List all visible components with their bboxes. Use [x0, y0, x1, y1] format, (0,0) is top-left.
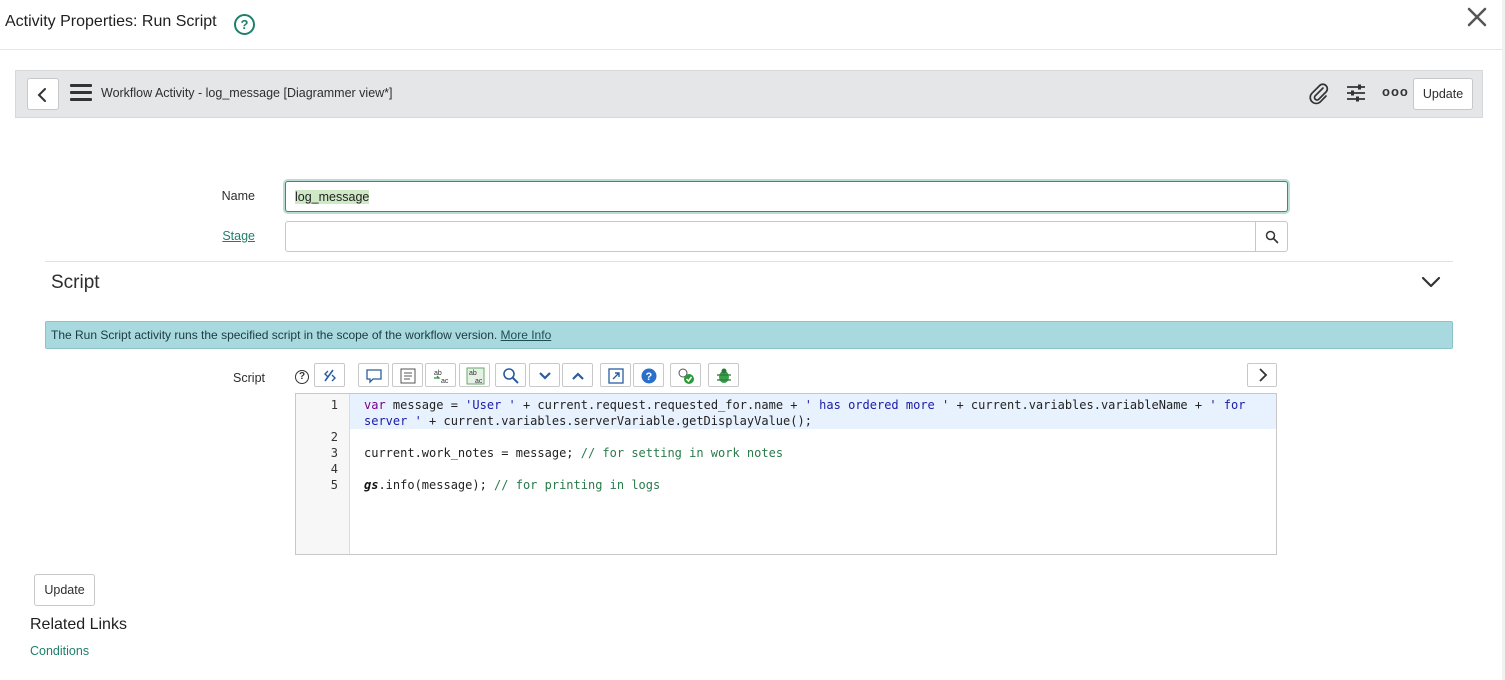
code-line-1: var message = 'User ' + current.request.…	[364, 398, 1245, 412]
name-input-value: log_message	[295, 190, 370, 204]
replace-button[interactable]: ab ac	[425, 363, 456, 387]
svg-text:ab: ab	[434, 370, 442, 377]
name-input[interactable]: log_message	[285, 181, 1288, 212]
comment-icon	[366, 369, 382, 384]
update-button-top[interactable]: Update	[1413, 78, 1473, 110]
script-editor[interactable]: 1 2 3 4 5 var message = 'User ' + curren…	[295, 393, 1277, 555]
field-help-icon[interactable]: ?	[295, 370, 309, 384]
svg-text:ab: ab	[469, 370, 477, 377]
stage-link[interactable]: Stage	[190, 229, 255, 243]
line-number: 5	[330, 478, 338, 492]
code-text: current.work_notes = message;	[364, 446, 581, 460]
script-label: Script	[233, 371, 265, 385]
dialog-title: Activity Properties: Run Script	[5, 13, 217, 30]
line-number: 4	[330, 462, 338, 476]
personalize-sliders-icon[interactable]	[1345, 82, 1369, 106]
code-text: message =	[385, 398, 466, 412]
line-number: 3	[330, 446, 338, 460]
help-icon: ?	[641, 368, 657, 384]
code-string: 'User '	[465, 398, 516, 412]
form-title: Workflow Activity - log_message [Diagram…	[101, 86, 393, 100]
update-button-bottom[interactable]: Update	[34, 574, 95, 606]
fullscreen-icon	[608, 368, 624, 384]
code-string: ' for	[1209, 398, 1246, 412]
format-icon	[324, 369, 336, 382]
toolbar-expand-button[interactable]	[1247, 363, 1277, 387]
code-text: + current.variables.variableName +	[949, 398, 1210, 412]
editor-help-button[interactable]: ?	[633, 363, 664, 387]
more-options-icon[interactable]: ooo	[1382, 84, 1409, 99]
form-header-bar: Workflow Activity - log_message [Diagram…	[15, 70, 1483, 118]
find-next-button[interactable]	[529, 363, 560, 387]
hamburger-menu-icon[interactable]	[70, 84, 92, 102]
code-string: ' has ordered more '	[804, 398, 950, 412]
code-text: .info(message);	[378, 478, 495, 492]
paperclip-icon[interactable]	[1308, 83, 1332, 107]
replace-icon: abac	[434, 370, 449, 385]
code-string: server '	[364, 414, 422, 428]
align-icon	[400, 368, 416, 384]
script-debugger-button[interactable]	[708, 363, 739, 387]
check-syntax-icon	[678, 368, 694, 384]
line-number: 2	[330, 430, 338, 444]
more-info-link[interactable]: More Info	[501, 328, 552, 342]
line-number-gutter: 1 2 3 4 5	[296, 394, 350, 554]
code-comment: // for printing in logs	[494, 478, 661, 492]
format-code-button[interactable]	[314, 363, 345, 387]
conditions-link[interactable]: Conditions	[30, 644, 89, 658]
name-label: Name	[221, 189, 255, 203]
toggle-comment-button[interactable]	[358, 363, 389, 387]
code-keyword: var	[364, 398, 386, 412]
dialog-header: Activity Properties: Run Script ?	[0, 0, 1505, 50]
code-line-5: gs.info(message); // for printing in log…	[364, 478, 660, 492]
find-previous-button[interactable]	[562, 363, 593, 387]
code-object: gs	[364, 478, 379, 492]
search-button[interactable]	[495, 363, 526, 387]
help-icon[interactable]: ?	[234, 14, 255, 35]
chevron-up-icon	[572, 372, 584, 380]
info-message: The Run Script activity runs the specifi…	[45, 321, 1453, 349]
search-icon	[503, 368, 519, 384]
debug-icon	[717, 368, 731, 383]
svg-text:ac: ac	[475, 378, 483, 385]
code-text: + current.request.requested_for.name +	[515, 398, 805, 412]
code-comment: // for setting in work notes	[580, 446, 784, 460]
replace-all-button[interactable]: ab ac	[459, 363, 490, 387]
chevron-down-icon	[539, 372, 551, 380]
close-icon[interactable]	[1464, 6, 1490, 32]
check-syntax-button[interactable]	[670, 363, 701, 387]
line-number: 1	[330, 398, 338, 412]
search-icon	[1265, 230, 1279, 244]
replace-all-icon: abac	[466, 367, 485, 385]
fullscreen-button[interactable]	[600, 363, 631, 387]
svg-text:ac: ac	[441, 378, 449, 385]
svg-text:?: ?	[646, 371, 653, 383]
collapse-section-chevron-icon[interactable]	[1420, 274, 1442, 290]
back-button[interactable]	[27, 78, 59, 110]
stage-input[interactable]	[285, 221, 1256, 252]
chevron-right-icon	[1259, 368, 1268, 382]
code-text: + current.variables.serverVariable.getDi…	[421, 414, 812, 428]
info-text: The Run Script activity runs the specifi…	[51, 328, 498, 342]
section-divider	[45, 261, 1453, 262]
insert-comment-button[interactable]	[392, 363, 423, 387]
stage-lookup-button[interactable]	[1255, 221, 1288, 252]
related-links-title: Related Links	[30, 616, 127, 633]
section-title-script: Script	[51, 272, 100, 293]
code-line-3: current.work_notes = message; // for set…	[364, 446, 783, 460]
code-line-1-wrap: server ' + current.variables.serverVaria…	[364, 414, 812, 428]
